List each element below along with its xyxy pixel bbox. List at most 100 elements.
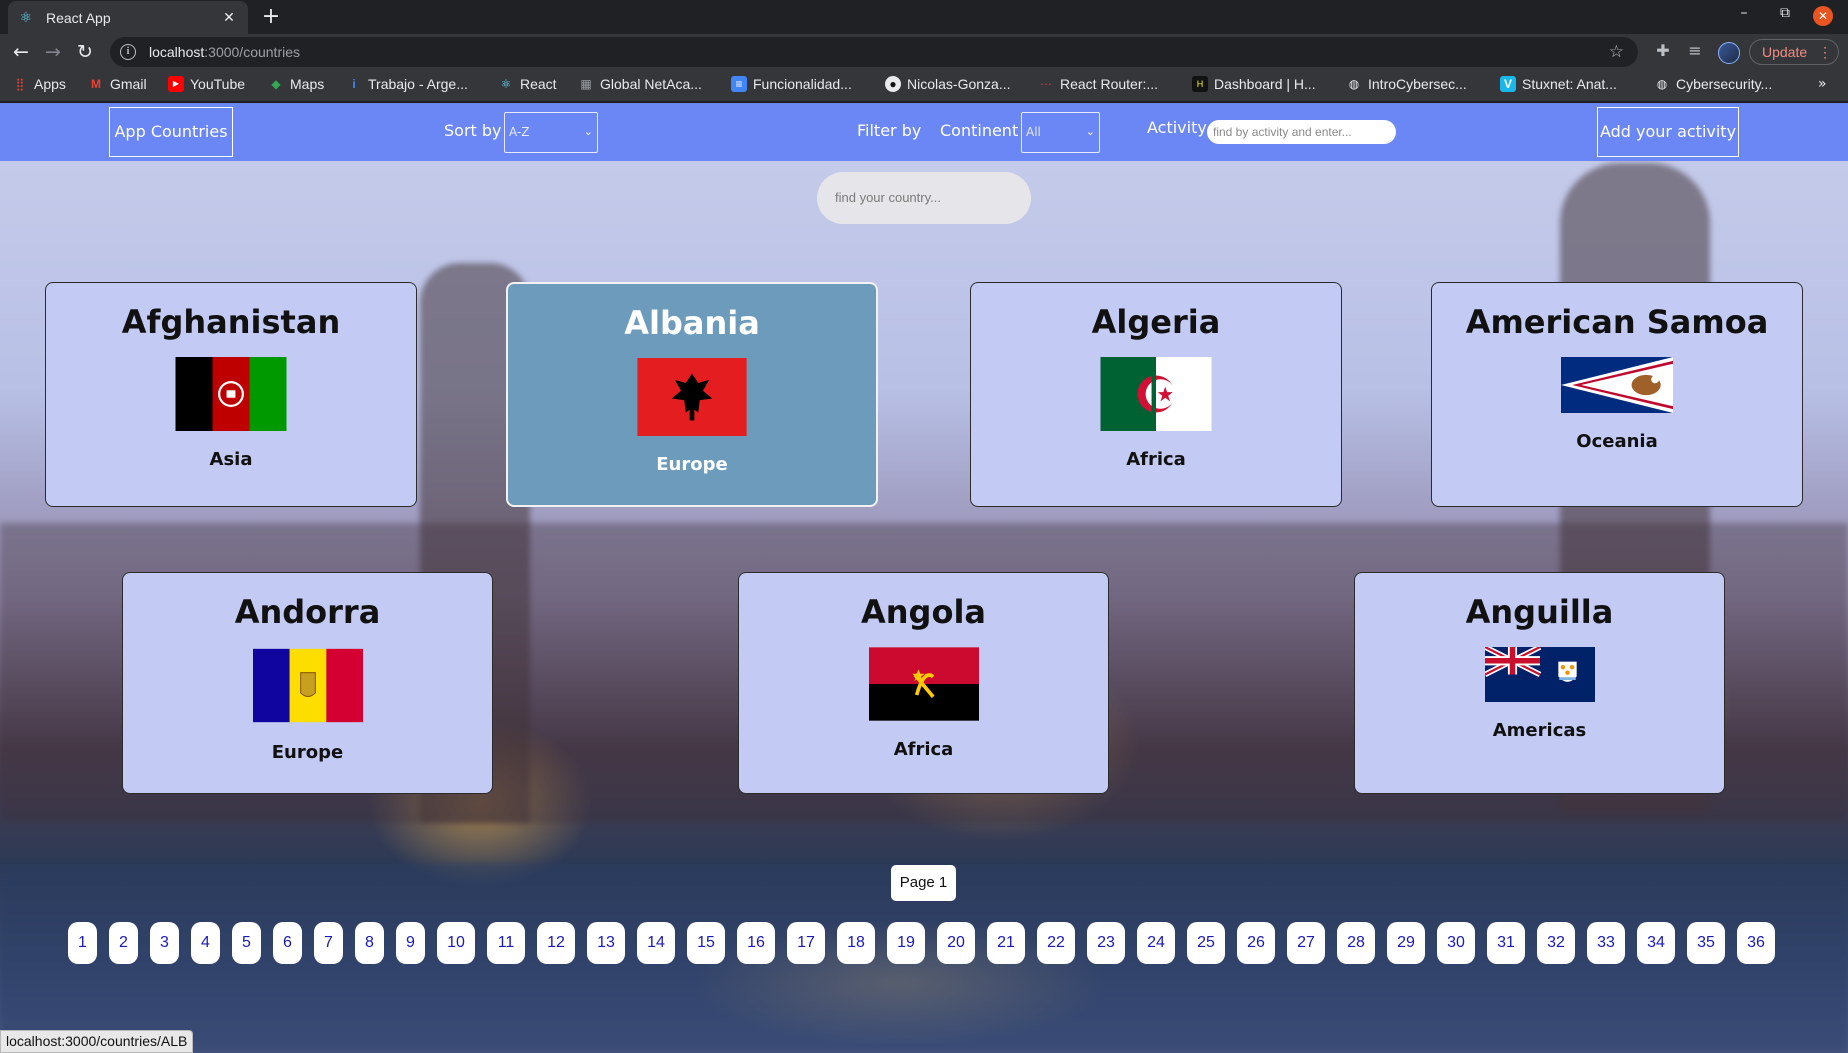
bookmark-maps[interactable]: ◆ Maps xyxy=(268,76,324,92)
country-continent: Americas xyxy=(1492,720,1587,741)
site-info-icon[interactable]: i xyxy=(120,44,136,60)
page-button-15[interactable]: 15 xyxy=(687,922,725,964)
page-button-24[interactable]: 24 xyxy=(1137,922,1175,964)
globe-icon: ◍ xyxy=(1348,77,1360,91)
country-search-input[interactable]: find your country... xyxy=(817,172,1031,224)
github-icon: ● xyxy=(885,76,901,92)
country-continent: Oceania xyxy=(1576,431,1658,452)
page-button-20[interactable]: 20 xyxy=(937,922,975,964)
extensions-puzzle-icon[interactable]: ✚ xyxy=(1652,41,1674,60)
bookmark-funcionalidad[interactable]: ≡ Funcionalidad... xyxy=(731,76,852,92)
window-close-icon[interactable]: ✕ xyxy=(1813,6,1833,26)
minimize-icon[interactable]: – xyxy=(1733,5,1755,21)
page-button-28[interactable]: 28 xyxy=(1337,922,1375,964)
continent-select[interactable]: All ⌄ xyxy=(1021,112,1100,153)
page-button-14[interactable]: 14 xyxy=(637,922,675,964)
page-button-22[interactable]: 22 xyxy=(1037,922,1075,964)
page-button-13[interactable]: 13 xyxy=(587,922,625,964)
country-card-albania[interactable]: Albania Europe xyxy=(506,282,878,507)
restore-icon[interactable]: ⧉ xyxy=(1774,5,1796,21)
american-samoa-flag-icon xyxy=(1561,357,1673,413)
country-name: Albania xyxy=(624,304,760,342)
bookmark-apps[interactable]: ⣿ Apps xyxy=(12,76,66,92)
page-button-30[interactable]: 30 xyxy=(1437,922,1475,964)
more-bookmarks-icon[interactable]: » xyxy=(1818,76,1827,92)
bookmark-introcybersec[interactable]: ◍ IntroCybersec... xyxy=(1346,76,1467,92)
page-button-6[interactable]: 6 xyxy=(273,922,302,964)
angola-flag-icon xyxy=(868,647,979,721)
page-button-12[interactable]: 12 xyxy=(537,922,575,964)
page-button-32[interactable]: 32 xyxy=(1537,922,1575,964)
bookmark-stuxnet[interactable]: V Stuxnet: Anat... xyxy=(1500,76,1617,92)
vimeo-icon: V xyxy=(1500,76,1516,92)
home-link[interactable]: App Countries xyxy=(109,107,233,157)
country-card-andorra[interactable]: Andorra Europe xyxy=(122,572,493,794)
bookmark-netacad[interactable]: ▦ Global NetAca... xyxy=(578,76,702,92)
countries-page: App Countries Sort by A-Z ⌄ Filter by Con… xyxy=(0,103,1848,1053)
reload-icon[interactable]: ↻ xyxy=(73,40,97,64)
page-button-29[interactable]: 29 xyxy=(1387,922,1425,964)
page-button-17[interactable]: 17 xyxy=(787,922,825,964)
bookmark-dashboard[interactable]: H Dashboard | H... xyxy=(1192,76,1316,92)
new-tab-icon[interactable]: + xyxy=(258,4,284,30)
react-icon: ⚛ xyxy=(500,77,512,91)
bookmark-gmail[interactable]: M Gmail xyxy=(88,76,147,92)
page-button-27[interactable]: 27 xyxy=(1287,922,1325,964)
react-favicon-icon: ⚛ xyxy=(19,9,33,26)
country-card-american-samoa[interactable]: American Samoa Oceania xyxy=(1431,282,1803,507)
bookmark-react[interactable]: ⚛ React xyxy=(498,76,557,92)
page-button-7[interactable]: 7 xyxy=(314,922,343,964)
page-button-4[interactable]: 4 xyxy=(191,922,220,964)
address-bar[interactable]: i localhost:3000/countries ☆ xyxy=(110,37,1638,67)
page-button-2[interactable]: 2 xyxy=(109,922,138,964)
page-button-19[interactable]: 19 xyxy=(887,922,925,964)
albania-flag-icon xyxy=(637,358,747,436)
country-card-afghanistan[interactable]: Afghanistan Asia xyxy=(45,282,417,507)
bookmark-cybersecurity[interactable]: ◍ Cybersecurity... xyxy=(1654,76,1772,92)
page-button-9[interactable]: 9 xyxy=(396,922,425,964)
page-button-16[interactable]: 16 xyxy=(737,922,775,964)
bookmark-react-router[interactable]: ⋯ React Router:... xyxy=(1038,76,1158,92)
page-button-18[interactable]: 18 xyxy=(837,922,875,964)
country-card-anguilla[interactable]: Anguilla Americas xyxy=(1354,572,1725,794)
page-button-1[interactable]: 1 xyxy=(68,922,97,964)
page-button-10[interactable]: 10 xyxy=(437,922,475,964)
country-continent: Asia xyxy=(209,449,253,470)
country-name: Angola xyxy=(861,593,986,631)
bookmark-youtube[interactable]: ▶ YouTube xyxy=(168,76,245,92)
sort-select[interactable]: A-Z ⌄ xyxy=(504,112,598,153)
page-button-31[interactable]: 31 xyxy=(1487,922,1525,964)
country-card-angola[interactable]: Angola Africa xyxy=(738,572,1109,794)
profile-avatar[interactable] xyxy=(1718,42,1740,64)
page-button-25[interactable]: 25 xyxy=(1187,922,1225,964)
page-button-23[interactable]: 23 xyxy=(1087,922,1125,964)
page-button-26[interactable]: 26 xyxy=(1237,922,1275,964)
country-name: Afghanistan xyxy=(121,303,341,341)
forward-arrow-icon[interactable]: → xyxy=(41,40,65,64)
netacad-icon: ▦ xyxy=(580,77,592,91)
page-button-8[interactable]: 8 xyxy=(355,922,384,964)
update-button[interactable]: Update ⋮ xyxy=(1749,39,1839,65)
reading-list-icon[interactable]: ≡ xyxy=(1684,41,1706,60)
page-button-11[interactable]: 11 xyxy=(487,922,525,964)
page-button-36[interactable]: 36 xyxy=(1737,922,1775,964)
browser-tab[interactable]: ⚛ React App ✕ xyxy=(8,1,248,34)
country-card-algeria[interactable]: Algeria Africa xyxy=(970,282,1342,507)
page-button-34[interactable]: 34 xyxy=(1637,922,1675,964)
bookmark-trabajo[interactable]: i Trabajo - Arge... xyxy=(346,76,468,92)
close-tab-icon[interactable]: ✕ xyxy=(220,10,238,26)
back-arrow-icon[interactable]: ← xyxy=(9,40,33,64)
docs-icon: ≡ xyxy=(731,76,747,92)
activity-search-input[interactable]: find by activity and enter... xyxy=(1207,120,1396,144)
page-button-3[interactable]: 3 xyxy=(150,922,179,964)
link-status-bar: localhost:3000/countries/ALB xyxy=(0,1030,194,1053)
page-button-5[interactable]: 5 xyxy=(232,922,261,964)
bookmark-github[interactable]: ● Nicolas-Gonza... xyxy=(885,76,1010,92)
page-button-21[interactable]: 21 xyxy=(987,922,1025,964)
add-activity-button[interactable]: Add your activity xyxy=(1597,107,1739,157)
bookmark-star-icon[interactable]: ☆ xyxy=(1609,42,1624,62)
page-button-33[interactable]: 33 xyxy=(1587,922,1625,964)
page-button-35[interactable]: 35 xyxy=(1687,922,1725,964)
sort-label: Sort by xyxy=(444,121,502,140)
youtube-icon: ▶ xyxy=(168,76,184,92)
